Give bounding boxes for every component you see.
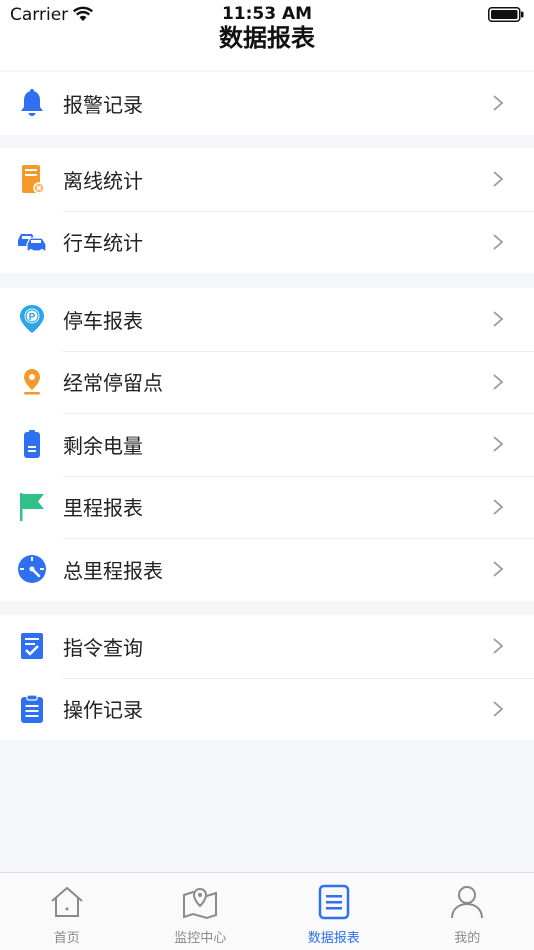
command-checklist-icon bbox=[16, 630, 48, 662]
list-item-offline-stats[interactable]: 离线统计 bbox=[0, 148, 534, 211]
list-group-alarms: 报警记录 bbox=[0, 72, 534, 135]
chevron-right-icon bbox=[493, 234, 504, 250]
map-pin-icon bbox=[183, 887, 218, 920]
chevron-right-icon bbox=[493, 638, 504, 654]
list-item-label: 总里程报表 bbox=[63, 558, 163, 583]
list-item-label: 行车统计 bbox=[63, 231, 143, 256]
list-item-driving-stats[interactable]: 行车统计 bbox=[0, 210, 534, 274]
parking-pin-icon: P bbox=[16, 303, 48, 335]
list-item-mileage-report[interactable]: 里程报表 bbox=[0, 475, 534, 539]
list-group-commands: 指令查询 操作记录 bbox=[0, 615, 534, 740]
flag-icon bbox=[16, 491, 48, 523]
chevron-right-icon bbox=[493, 561, 504, 577]
report-icon bbox=[318, 884, 349, 920]
list-item-label: 剩余电量 bbox=[63, 433, 143, 458]
list-item-frequent-stops[interactable]: 经常停留点 bbox=[0, 350, 534, 414]
list-item-command-query[interactable]: 指令查询 bbox=[0, 615, 534, 678]
clipboard-icon bbox=[16, 693, 48, 725]
page-title: 数据报表 bbox=[219, 24, 315, 52]
chevron-right-icon bbox=[493, 374, 504, 390]
offline-server-icon bbox=[16, 163, 48, 195]
list-item-remaining-battery[interactable]: 剩余电量 bbox=[0, 413, 534, 476]
home-icon bbox=[51, 886, 83, 917]
battery-icon bbox=[16, 428, 48, 460]
cars-icon bbox=[16, 226, 48, 258]
tab-label: 数据报表 bbox=[307, 931, 360, 946]
list-group-reports: P 停车报表 经常停留点 剩余电量 里程报表 总里程报表 bbox=[0, 288, 534, 601]
tab-bar: 首页 监控中心 数据报表 我的 bbox=[0, 872, 534, 950]
list-item-label: 指令查询 bbox=[63, 635, 143, 660]
list-item-label: 操作记录 bbox=[63, 698, 143, 723]
svg-text:P: P bbox=[29, 312, 36, 323]
chevron-right-icon bbox=[493, 95, 504, 111]
tab-label: 监控中心 bbox=[174, 931, 227, 946]
list-item-label: 里程报表 bbox=[63, 496, 143, 521]
tab-label: 我的 bbox=[454, 931, 481, 946]
list-item-label: 经常停留点 bbox=[63, 371, 163, 396]
user-icon bbox=[451, 886, 484, 919]
list-item-alarm-records[interactable]: 报警记录 bbox=[0, 72, 534, 135]
tab-label: 首页 bbox=[53, 931, 80, 946]
chevron-right-icon bbox=[493, 701, 504, 717]
list-group-statistics: 离线统计 行车统计 bbox=[0, 148, 534, 273]
speedometer-icon bbox=[16, 553, 48, 585]
list-item-operation-records[interactable]: 操作记录 bbox=[0, 677, 534, 741]
location-pin-icon bbox=[16, 366, 48, 398]
list-item-parking-report[interactable]: P 停车报表 bbox=[0, 288, 534, 351]
chevron-right-icon bbox=[493, 436, 504, 452]
tab-home[interactable]: 首页 bbox=[0, 873, 134, 950]
list-item-label: 报警记录 bbox=[63, 92, 143, 117]
chevron-right-icon bbox=[493, 311, 504, 327]
chevron-right-icon bbox=[493, 499, 504, 515]
list-item-total-mileage-report[interactable]: 总里程报表 bbox=[0, 538, 534, 601]
chevron-right-icon bbox=[493, 171, 504, 187]
bell-icon bbox=[16, 87, 48, 119]
tab-data-reports[interactable]: 数据报表 bbox=[267, 873, 401, 950]
list-item-label: 离线统计 bbox=[63, 168, 143, 193]
tab-profile[interactable]: 我的 bbox=[401, 873, 534, 950]
tab-monitor-center[interactable]: 监控中心 bbox=[134, 873, 268, 950]
list-item-label: 停车报表 bbox=[63, 308, 143, 333]
navigation-bar: Carrier 11:53 AM 数据报表 bbox=[0, 0, 534, 70]
